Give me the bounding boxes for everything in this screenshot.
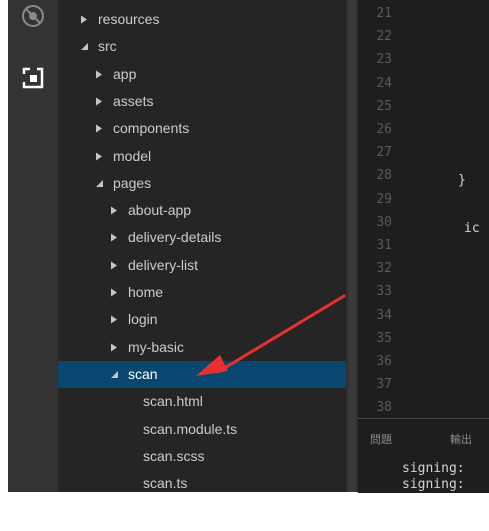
tree-item-src[interactable]: src (58, 33, 346, 60)
explorer-scrollbar[interactable] (346, 0, 358, 492)
chevron-right-icon[interactable] (93, 61, 105, 88)
tree-item-model[interactable]: model (58, 143, 346, 170)
line-number: 22 (376, 29, 392, 45)
tree-item-label: scan.ts (143, 475, 188, 492)
chevron-right-icon[interactable] (93, 88, 105, 115)
chevron-down-icon[interactable] (78, 33, 90, 60)
chevron-right-icon[interactable] (108, 224, 120, 251)
tree-item-label: scan.html (143, 393, 203, 410)
explorer-sidebar: resources src app assets components model page… (58, 0, 346, 492)
debug-icon[interactable] (8, 0, 58, 36)
tree-item-label: assets (113, 92, 154, 109)
tree-item-assets[interactable]: assets (58, 88, 346, 115)
chevron-down-icon[interactable] (93, 170, 105, 197)
tree-item-login[interactable]: login (58, 306, 346, 333)
line-number: 24 (376, 75, 392, 91)
tree-item-label: src (98, 38, 117, 55)
chevron-right-icon[interactable] (108, 306, 120, 333)
tree-item-label: delivery-list (128, 256, 199, 273)
tab-output[interactable]: 輸出 (450, 431, 472, 447)
chevron-right-icon[interactable] (108, 334, 120, 361)
line-number: 26 (376, 122, 392, 137)
scrollbar-thumb[interactable] (348, 0, 356, 492)
chevron-right-icon[interactable] (108, 197, 120, 224)
line-number: 32 (376, 261, 392, 277)
tree-item-label: resources (98, 11, 160, 27)
tree-item-pages[interactable]: pages (58, 170, 346, 197)
tree-item-label: login (128, 311, 158, 328)
tree-item-scan-ts[interactable]: scan.ts (58, 470, 346, 492)
line-number: 33 (376, 284, 392, 300)
tree-item-label: about-app (128, 202, 192, 219)
line-number: 37 (376, 377, 392, 393)
tree-item-home[interactable]: home (58, 279, 346, 306)
line-number: 23 (376, 52, 392, 68)
extensions-icon[interactable] (8, 60, 58, 96)
tree-item-label: app (113, 65, 137, 82)
line-number: 29 (376, 191, 392, 207)
tree-item-about-app[interactable]: about-app (58, 197, 346, 224)
tree-item-scan[interactable]: scan (58, 360, 346, 388)
chevron-right-icon[interactable] (78, 6, 90, 33)
tree-item-label: components (113, 120, 190, 137)
chevron-right-icon[interactable] (93, 115, 105, 142)
tree-item-label: model (113, 147, 152, 164)
chevron-right-icon[interactable] (108, 252, 120, 279)
line-number: 30 (376, 214, 392, 230)
line-number: 38 (376, 400, 392, 416)
tree-item-components[interactable]: components (58, 115, 346, 142)
line-number: 27 (376, 145, 392, 161)
line-number: 28 (376, 168, 392, 184)
tree-item-label: scan.scss (143, 447, 205, 464)
tree-item-scan-scss[interactable]: scan.scss (58, 443, 346, 470)
line-number: 35 (376, 330, 392, 346)
bottom-panel: 問題 輸出 signing: signing: (358, 418, 489, 493)
output-line: signing: (402, 477, 465, 492)
code-id-fragment: ic (464, 221, 480, 236)
line-number: 31 (376, 238, 392, 253)
tree-item-resources[interactable]: resources (58, 6, 346, 33)
tree-item-delivery-list[interactable]: delivery-list (58, 252, 346, 279)
chevron-right-icon[interactable] (108, 279, 120, 306)
chevron-right-icon[interactable] (93, 143, 105, 170)
line-number: 36 (376, 354, 392, 369)
tree-item-label: scan.module.ts (143, 420, 238, 437)
chevron-down-icon[interactable] (108, 361, 120, 388)
tree-item-scan-html[interactable]: scan.html (58, 388, 346, 415)
tree-item-label: pages (113, 174, 152, 191)
code-close-brace: } (458, 173, 466, 188)
tab-problems[interactable]: 問題 (370, 431, 392, 447)
tree-item-scan-module-ts[interactable]: scan.module.ts (58, 416, 346, 443)
activity-bar (8, 0, 58, 492)
tree-item-delivery-details[interactable]: delivery-details (58, 224, 346, 251)
output-line: signing: (402, 461, 465, 476)
tree-item-label: delivery-details (128, 229, 222, 246)
code-editor[interactable]: 21 22 23 24 25 26 27 28 29 30 31 32 33 34 35 36 37 38 } i… (358, 0, 489, 418)
tree-item-label: home (128, 284, 164, 300)
line-number: 25 (376, 98, 392, 114)
tree-item-label: my-basic (128, 338, 185, 355)
vscode-window: resources src app assets components model page… (0, 0, 489, 531)
line-number: 34 (376, 307, 392, 323)
tree-item-app[interactable]: app (58, 61, 346, 88)
line-number: 21 (376, 6, 392, 21)
tree-item-my-basic[interactable]: my-basic (58, 334, 346, 361)
tree-item-label: scan (128, 365, 158, 382)
